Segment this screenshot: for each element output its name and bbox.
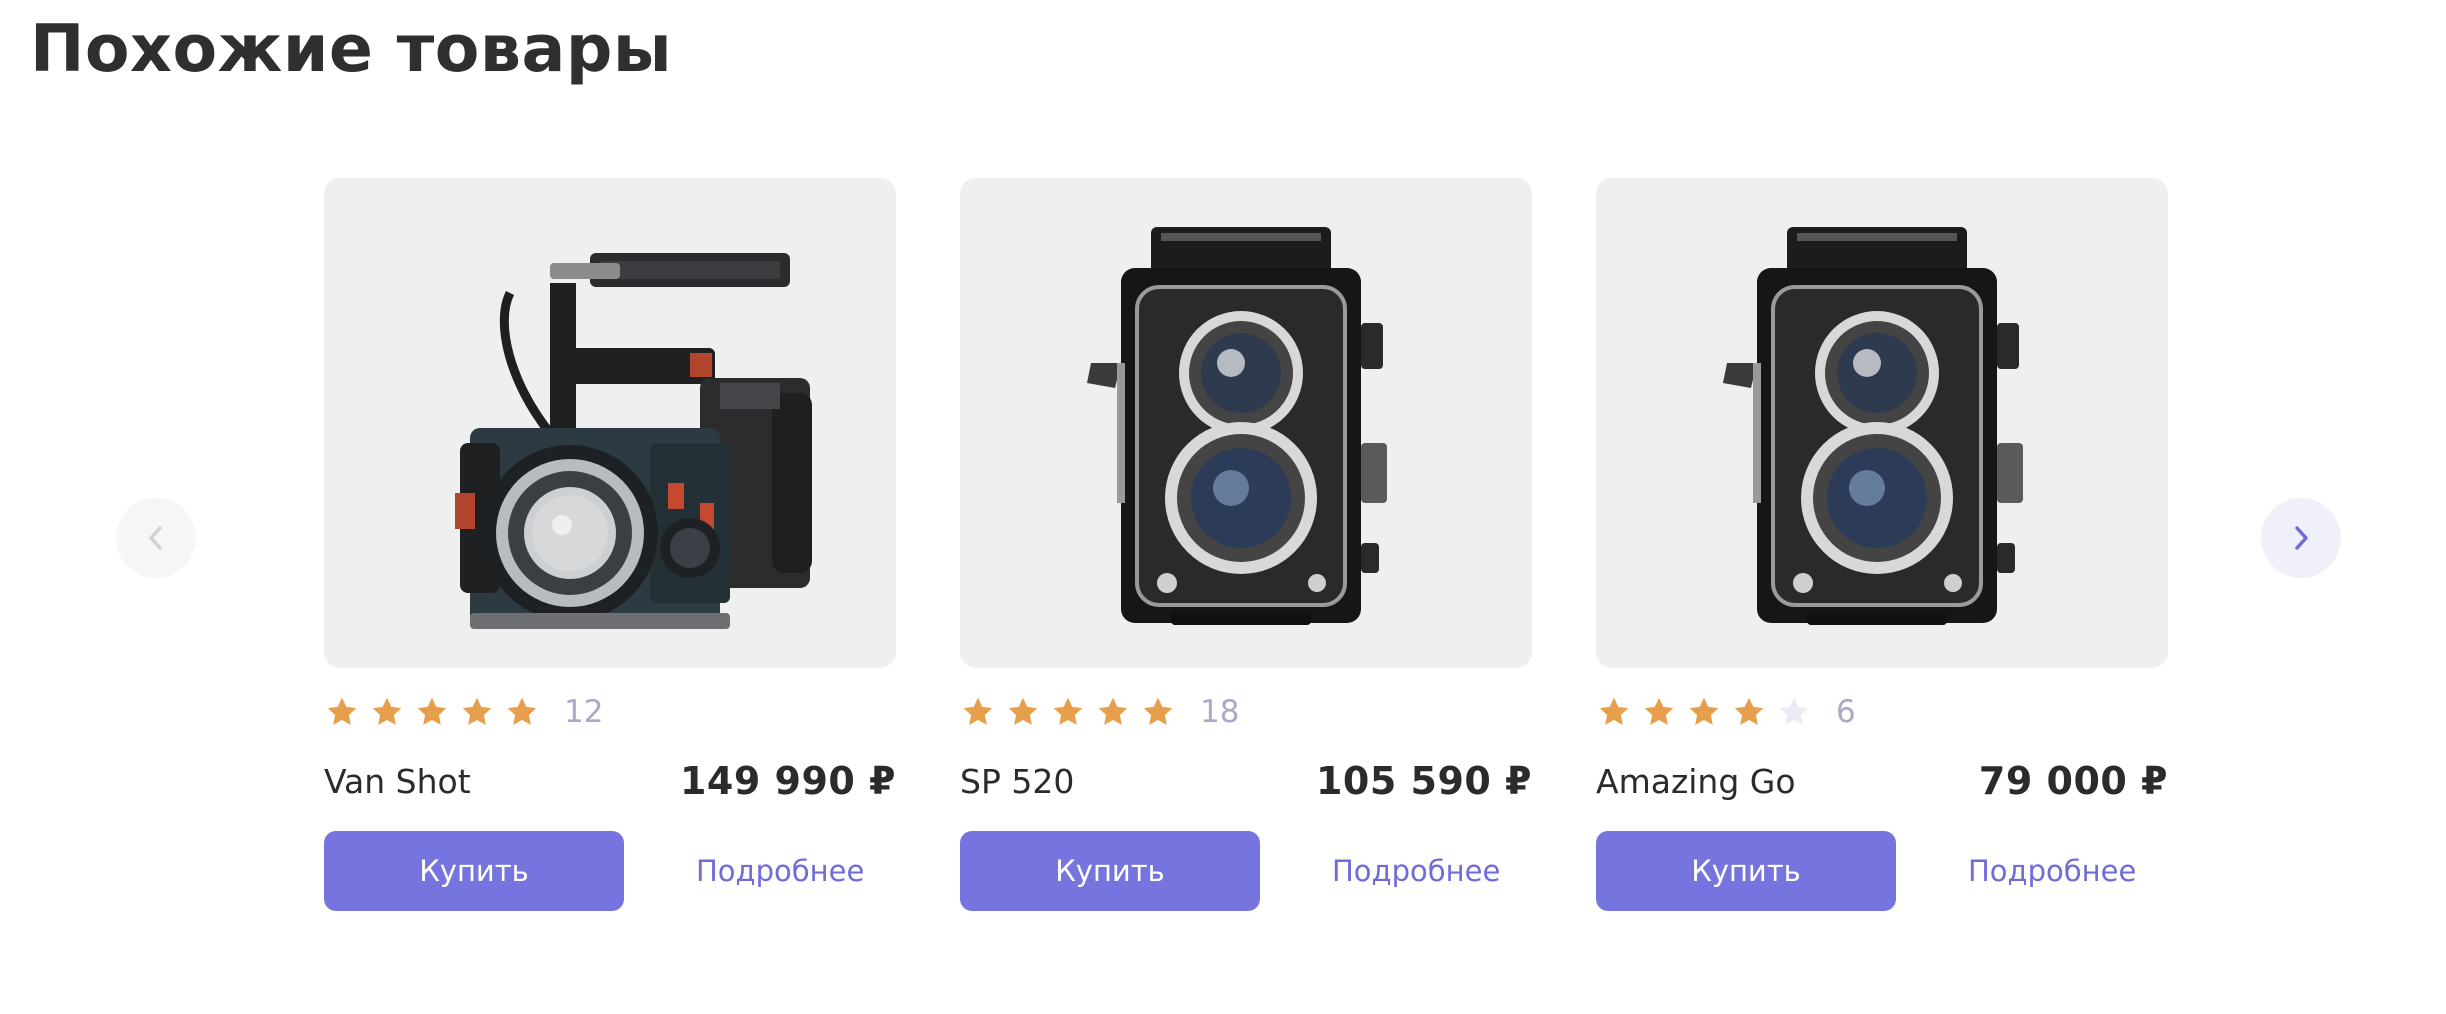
twin-lens-camera-image	[1087, 227, 1387, 625]
star-filled-icon	[417, 697, 447, 725]
review-count: 12	[564, 694, 604, 730]
chevron-right-icon	[2295, 526, 2308, 550]
star-rating	[960, 694, 1176, 730]
carousel-prev-button[interactable]	[116, 498, 196, 578]
details-link[interactable]: Подробнее	[696, 854, 864, 888]
section-title: Похожие товары	[30, 12, 673, 87]
buy-button[interactable]: Купить	[324, 831, 624, 911]
star-rating	[324, 694, 540, 730]
star-filled-icon	[1599, 697, 1629, 725]
buy-button[interactable]: Купить	[1596, 831, 1896, 911]
review-count: 18	[1200, 694, 1240, 730]
chevron-left-icon	[149, 526, 162, 550]
product-card: 6 Amazing Go 79 000 ₽ Купить Подробнее	[1596, 178, 2168, 911]
cinema-camera-image	[455, 253, 812, 629]
star-filled-icon	[1689, 697, 1719, 725]
product-card: 12 Van Shot 149 990 ₽ Купить Подробнее	[324, 178, 896, 911]
product-name[interactable]: SP 520	[960, 762, 1074, 801]
product-card: 18 SP 520 105 590 ₽ Купить Подробнее	[960, 178, 1532, 911]
product-price: 79 000 ₽	[1978, 759, 2168, 803]
star-filled-icon	[963, 697, 993, 725]
star-filled-icon	[1644, 697, 1674, 725]
star-rating	[1596, 694, 1812, 730]
buy-button[interactable]: Купить	[960, 831, 1260, 911]
details-link[interactable]: Подробнее	[1968, 854, 2136, 888]
twin-lens-camera-image	[1723, 227, 2023, 625]
star-filled-icon	[327, 697, 357, 725]
star-filled-icon	[1053, 697, 1083, 725]
star-empty-icon	[1779, 697, 1809, 725]
star-filled-icon	[372, 697, 402, 725]
product-price: 105 590 ₽	[1315, 759, 1532, 803]
review-count: 6	[1836, 694, 1856, 730]
star-filled-icon	[1098, 697, 1128, 725]
product-name[interactable]: Amazing Go	[1596, 762, 1796, 801]
product-image[interactable]	[324, 178, 896, 668]
carousel-next-button[interactable]	[2261, 498, 2341, 578]
star-filled-icon	[1734, 697, 1764, 725]
star-filled-icon	[462, 697, 492, 725]
details-link[interactable]: Подробнее	[1332, 854, 1500, 888]
product-name[interactable]: Van Shot	[324, 762, 471, 801]
product-image[interactable]	[960, 178, 1532, 668]
product-price: 149 990 ₽	[679, 759, 896, 803]
star-filled-icon	[1143, 697, 1173, 725]
star-filled-icon	[1008, 697, 1038, 725]
product-image[interactable]	[1596, 178, 2168, 668]
star-filled-icon	[507, 697, 537, 725]
